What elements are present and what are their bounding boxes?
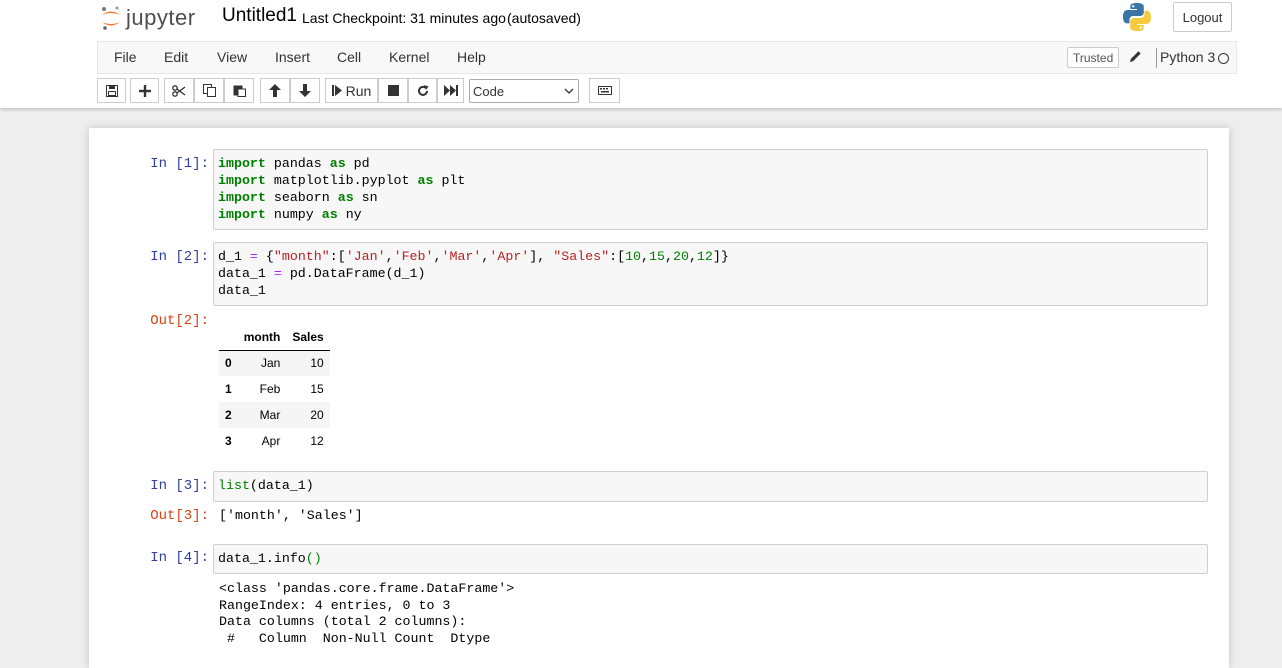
step-forward-icon <box>331 85 342 96</box>
restart-button[interactable] <box>408 78 437 103</box>
copy-icon <box>202 84 216 97</box>
cell-4-prompt: In [4]: <box>150 550 209 566</box>
restart-run-all-button[interactable] <box>437 78 464 103</box>
cell-3-prompt: In [3]: <box>150 478 209 494</box>
keyboard-icon <box>597 86 612 95</box>
checkpoint-status: Last Checkpoint: 31 minutes ago <box>302 10 506 26</box>
notebook-header: jupyter Untitled1 Last Checkpoint: 31 mi… <box>0 0 1282 108</box>
table-row: 1 Feb 15 <box>219 376 330 402</box>
paste-icon <box>233 85 246 97</box>
cell-sales: 10 <box>310 356 324 371</box>
cell-1-prompt: In [1]: <box>150 156 209 172</box>
table-row: 0 Jan 10 <box>219 350 330 376</box>
cell-2-out-prompt: Out[2]: <box>150 313 209 329</box>
insert-cell-button[interactable] <box>130 78 159 103</box>
python-logo-icon <box>1123 3 1151 31</box>
cell-4-output-line: RangeIndex: 4 entries, 0 to 3 <box>219 597 451 613</box>
trusted-badge[interactable]: Trusted <box>1067 47 1120 68</box>
menu-view[interactable]: View <box>217 49 247 65</box>
run-button[interactable]: Run <box>325 78 378 103</box>
scissors-icon <box>172 84 186 97</box>
table-row: 2 Mar 20 <box>219 402 330 428</box>
table-index-header <box>219 324 238 351</box>
cell-4-code: data_1.info() <box>218 551 322 566</box>
cell-3-out-prompt: Out[3]: <box>150 508 209 524</box>
notebook-container: In [1]: import pandas as pd import matpl… <box>89 128 1229 668</box>
cell-4-output-line: Data columns (total 2 columns): <box>219 614 467 629</box>
table-row: 3 Apr 12 <box>219 428 330 454</box>
cell-month: Apr <box>261 434 281 448</box>
menu-help[interactable]: Help <box>457 49 486 65</box>
arrow-down-icon <box>299 84 311 97</box>
column-header-month: month <box>237 324 287 351</box>
cell-1-code: import pandas as pd import matplotlib.py… <box>218 156 466 222</box>
menu-insert[interactable]: Insert <box>275 49 310 65</box>
dataframe-table: month Sales 0 Jan 10 1 Feb 15 2 Mar 20 3 <box>219 324 330 454</box>
cell-3-code: list(data_1) <box>218 478 314 493</box>
jupyter-logo-icon <box>102 6 120 30</box>
move-up-button[interactable] <box>260 78 290 103</box>
cell-2-prompt: In [2]: <box>150 249 209 265</box>
menu-edit[interactable]: Edit <box>164 49 188 65</box>
logout-button[interactable]: Logout <box>1173 2 1232 32</box>
cell-4-input[interactable]: data_1.info() <box>213 544 1208 574</box>
copy-button[interactable] <box>194 78 224 103</box>
cell-sales: 15 <box>310 382 324 396</box>
kernel-name[interactable]: Python 3 <box>1160 49 1215 65</box>
paste-button[interactable] <box>224 78 254 103</box>
restart-icon <box>417 84 428 96</box>
jupyter-logo[interactable]: jupyter <box>100 3 196 33</box>
cell-3-output: ['month', 'Sales'] <box>219 508 363 523</box>
cell-month: Feb <box>259 382 281 396</box>
menu-file[interactable]: File <box>114 49 137 65</box>
row-index: 0 <box>225 356 232 371</box>
cell-month: Jan <box>260 356 281 371</box>
command-palette-button[interactable] <box>589 78 620 103</box>
cell-2-code: d_1 = {"month":['Jan','Feb','Mar','Apr']… <box>218 249 729 298</box>
cell-2-input[interactable]: d_1 = {"month":['Jan','Feb','Mar','Apr']… <box>213 242 1208 306</box>
jupyter-logo-text: jupyter <box>126 5 196 30</box>
kernel-idle-indicator <box>1218 53 1229 64</box>
table-header-row: month Sales <box>219 324 330 351</box>
save-button[interactable] <box>97 78 126 103</box>
interrupt-button[interactable] <box>378 78 408 103</box>
toolbar: Run Code <box>0 78 1282 104</box>
arrow-up-icon <box>269 84 281 97</box>
plus-icon <box>138 84 151 97</box>
cell-4-output-line: <class 'pandas.core.frame.DataFrame'> <box>219 581 515 596</box>
cell-1-input[interactable]: import pandas as pd import matplotlib.py… <box>213 149 1208 230</box>
cell-sales: 12 <box>310 434 324 448</box>
cell-4-output-line: # Column Non-Null Count Dtype <box>219 630 491 646</box>
run-button-label: Run <box>345 82 372 99</box>
autosave-status: (autosaved) <box>507 10 581 26</box>
move-down-button[interactable] <box>290 78 320 103</box>
cell-sales: 20 <box>310 408 324 422</box>
cut-button[interactable] <box>164 78 194 103</box>
notebook-name[interactable]: Untitled1 <box>222 5 297 27</box>
row-index: 3 <box>225 434 232 448</box>
stop-icon <box>387 85 399 96</box>
menu-cell[interactable]: Cell <box>337 49 361 65</box>
menu-bar: File Edit View Insert Cell Kernel Help T… <box>97 41 1237 74</box>
kernel-separator <box>1156 48 1157 68</box>
column-header-sales: Sales <box>286 324 330 351</box>
cell-type-select[interactable]: Code <box>469 79 579 103</box>
save-icon <box>105 84 118 97</box>
row-index: 2 <box>225 408 232 422</box>
cell-type-value: Code <box>473 83 505 99</box>
chevron-down-icon <box>564 88 574 94</box>
menu-kernel[interactable]: Kernel <box>389 49 429 65</box>
cell-3-input[interactable]: list(data_1) <box>213 471 1208 502</box>
cell-month: Mar <box>259 408 281 422</box>
row-index: 1 <box>225 382 232 396</box>
pencil-icon[interactable] <box>1129 50 1142 63</box>
fast-forward-icon <box>443 85 458 96</box>
